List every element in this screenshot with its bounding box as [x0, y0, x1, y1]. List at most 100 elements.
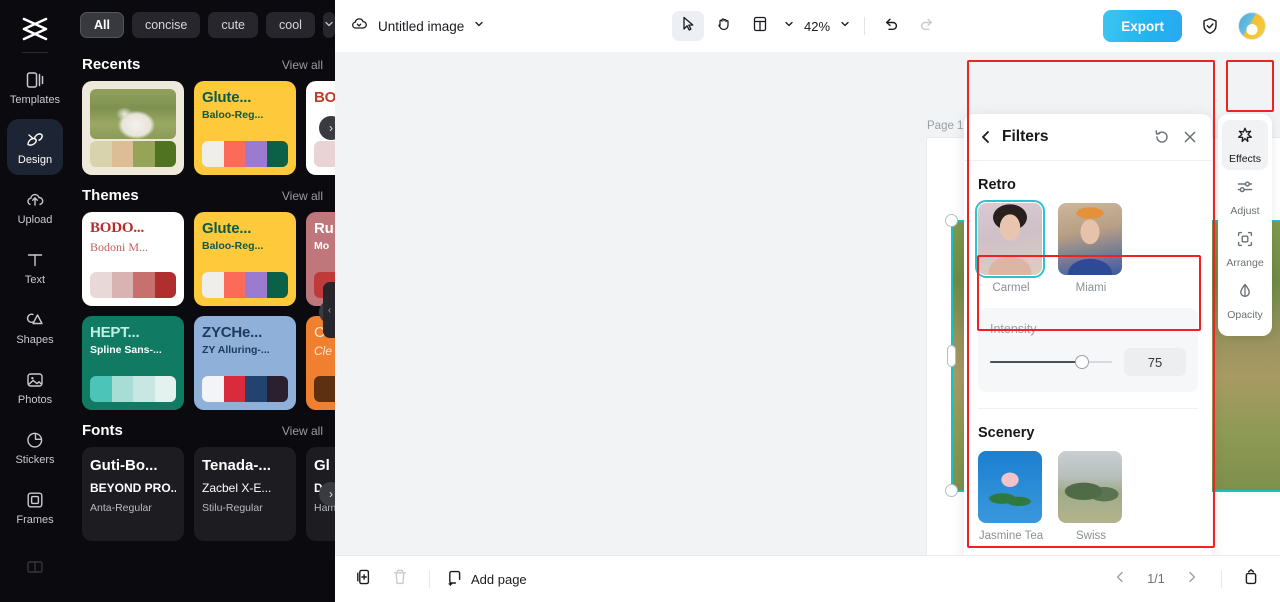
chip-cute[interactable]: cute — [208, 12, 259, 38]
arrange-tab-label: Arrange — [1226, 256, 1264, 269]
panel-collapse-handle[interactable]: ‹ — [323, 282, 335, 338]
chip-all[interactable]: All — [80, 12, 124, 38]
sidebar-item-label: Templates — [9, 93, 61, 106]
card-text: Glute... Baloo-Reg... — [202, 221, 264, 252]
shield-check-icon[interactable] — [1194, 11, 1226, 41]
theme-card[interactable]: Glute... Baloo-Reg... — [194, 212, 296, 306]
resize-handle-top-left[interactable] — [945, 214, 958, 227]
delete-page-button[interactable] — [387, 566, 413, 592]
theme-card[interactable]: ZYCHe... ZY Alluring-... — [194, 316, 296, 410]
photos-icon — [24, 369, 46, 391]
filter-group-title-scenery: Scenery — [978, 425, 1035, 441]
filter-item-carmel[interactable]: Carmel — [975, 200, 1045, 294]
filter-item-miami[interactable]: Miami — [1058, 203, 1124, 294]
zoom-level-label[interactable]: 42% — [802, 19, 832, 34]
user-avatar[interactable] — [1238, 12, 1266, 40]
sidebar-item-frames[interactable]: Frames — [7, 479, 63, 535]
redo-button[interactable] — [911, 11, 943, 41]
filters-divider — [978, 408, 1198, 409]
duplicate-page-button[interactable] — [351, 566, 377, 592]
section-header-fonts: Fonts View all — [70, 410, 335, 447]
chevron-down-icon[interactable] — [473, 17, 485, 35]
upload-cloud-icon — [24, 189, 46, 211]
arrange-icon — [1236, 230, 1254, 253]
reset-icon[interactable] — [1154, 129, 1170, 145]
chip-cool[interactable]: cool — [266, 12, 315, 38]
back-chevron-left-icon[interactable] — [978, 129, 994, 145]
font-name-2: Zacbel X-E... — [202, 481, 272, 495]
slider-fill — [990, 361, 1082, 363]
section-title: Themes — [82, 187, 139, 204]
filter-thumbnail[interactable] — [978, 451, 1042, 523]
hand-tool-button[interactable] — [708, 11, 740, 41]
bottom-right-group: 1/1 — [1107, 566, 1264, 592]
sidebar-item-text[interactable]: Text — [7, 239, 63, 295]
top-right-group: Export — [1103, 10, 1266, 42]
card-text: BODO... Bodoni M... — [90, 221, 149, 254]
capcut-logo-icon[interactable] — [15, 12, 55, 46]
sidebar-item-photos[interactable]: Photos — [7, 359, 63, 415]
sidebar-item-design[interactable]: Design — [7, 119, 63, 175]
theme-card[interactable]: BODO... Bodoni M... — [82, 212, 184, 306]
filter-thumbnail[interactable] — [975, 200, 1045, 278]
intensity-slider[interactable] — [990, 355, 1112, 369]
chip-expand-button[interactable] — [322, 12, 335, 38]
resize-handle-middle-left[interactable] — [947, 345, 956, 367]
add-page-button[interactable]: Add page — [446, 569, 527, 590]
filter-item-jasmine-tea[interactable]: Jasmine Tea — [978, 451, 1044, 542]
undo-button[interactable] — [875, 11, 907, 41]
filter-thumbnail[interactable] — [1058, 203, 1122, 275]
card-text: Glute... Baloo-Reg... — [202, 90, 264, 121]
sidebar-item-more[interactable] — [7, 539, 63, 595]
color-swatches — [314, 376, 335, 402]
resize-handle-bottom-left[interactable] — [945, 484, 958, 497]
filters-panel: Filters Retro Carmel Miami Intensity 75 … — [964, 114, 1212, 555]
recent-theme-card[interactable]: Glute... Baloo-Reg... — [194, 81, 296, 175]
color-swatches — [202, 376, 288, 402]
sidebar-item-shapes[interactable]: Shapes — [7, 299, 63, 355]
adjust-tab[interactable]: Adjust — [1222, 172, 1268, 222]
card-text: BO — [314, 90, 335, 106]
undo-icon — [882, 15, 900, 38]
layout-caret-button[interactable] — [780, 11, 798, 41]
theme-card[interactable]: HEPT... Spline Sans-... — [82, 316, 184, 410]
opacity-tab[interactable]: Opacity — [1222, 276, 1268, 326]
font-card[interactable]: Guti-Bo... BEYOND PRO... Anta-Regular — [82, 447, 184, 541]
recent-photo-card[interactable] — [82, 81, 184, 175]
zoom-caret-button[interactable] — [836, 11, 854, 41]
document-title-group[interactable]: Untitled image — [349, 14, 485, 39]
layout-tool-button[interactable] — [744, 11, 776, 41]
view-all-fonts-link[interactable]: View all — [282, 424, 323, 438]
font-card[interactable]: Tenada-... Zacbel X-E... Stilu-Regular — [194, 447, 296, 541]
sidebar-item-templates[interactable]: Templates — [7, 59, 63, 115]
prev-page-button[interactable] — [1107, 566, 1133, 592]
color-swatches — [90, 376, 176, 402]
effects-tab[interactable]: Effects — [1222, 120, 1268, 170]
sidebar-item-stickers[interactable]: Stickers — [7, 419, 63, 475]
sidebar-item-upload[interactable]: Upload — [7, 179, 63, 235]
select-tool-button[interactable] — [672, 11, 704, 41]
add-page-label: Add page — [471, 571, 527, 587]
fonts-row: Guti-Bo... BEYOND PRO... Anta-Regular Te… — [70, 447, 335, 541]
filters-body[interactable]: Retro Carmel Miami Intensity 75 Scenery … — [964, 160, 1212, 555]
next-page-button[interactable] — [1179, 566, 1205, 592]
canvas-area[interactable]: Page 1 Filters Retro Carmel Miami Intens… — [335, 52, 1280, 555]
fit-to-screen-button[interactable] — [1238, 566, 1264, 592]
filter-thumbnail[interactable] — [1058, 451, 1122, 523]
intensity-value-input[interactable]: 75 — [1124, 348, 1186, 376]
document-title[interactable]: Untitled image — [378, 19, 464, 34]
slider-knob[interactable] — [1074, 355, 1089, 369]
annotation-effects-tab — [1226, 60, 1274, 112]
arrange-tab[interactable]: Arrange — [1222, 224, 1268, 274]
color-swatches — [314, 141, 335, 167]
export-button[interactable]: Export — [1103, 10, 1182, 42]
filter-label: Miami — [1075, 282, 1107, 294]
sliders-icon — [1236, 178, 1254, 201]
close-icon[interactable] — [1182, 129, 1198, 145]
view-all-recents-link[interactable]: View all — [282, 58, 323, 72]
filter-label: Carmel — [992, 282, 1030, 294]
filter-item-swiss[interactable]: Swiss — [1058, 451, 1124, 542]
view-all-themes-link[interactable]: View all — [282, 189, 323, 203]
section-title: Recents — [82, 56, 141, 73]
chip-concise[interactable]: concise — [131, 12, 201, 38]
